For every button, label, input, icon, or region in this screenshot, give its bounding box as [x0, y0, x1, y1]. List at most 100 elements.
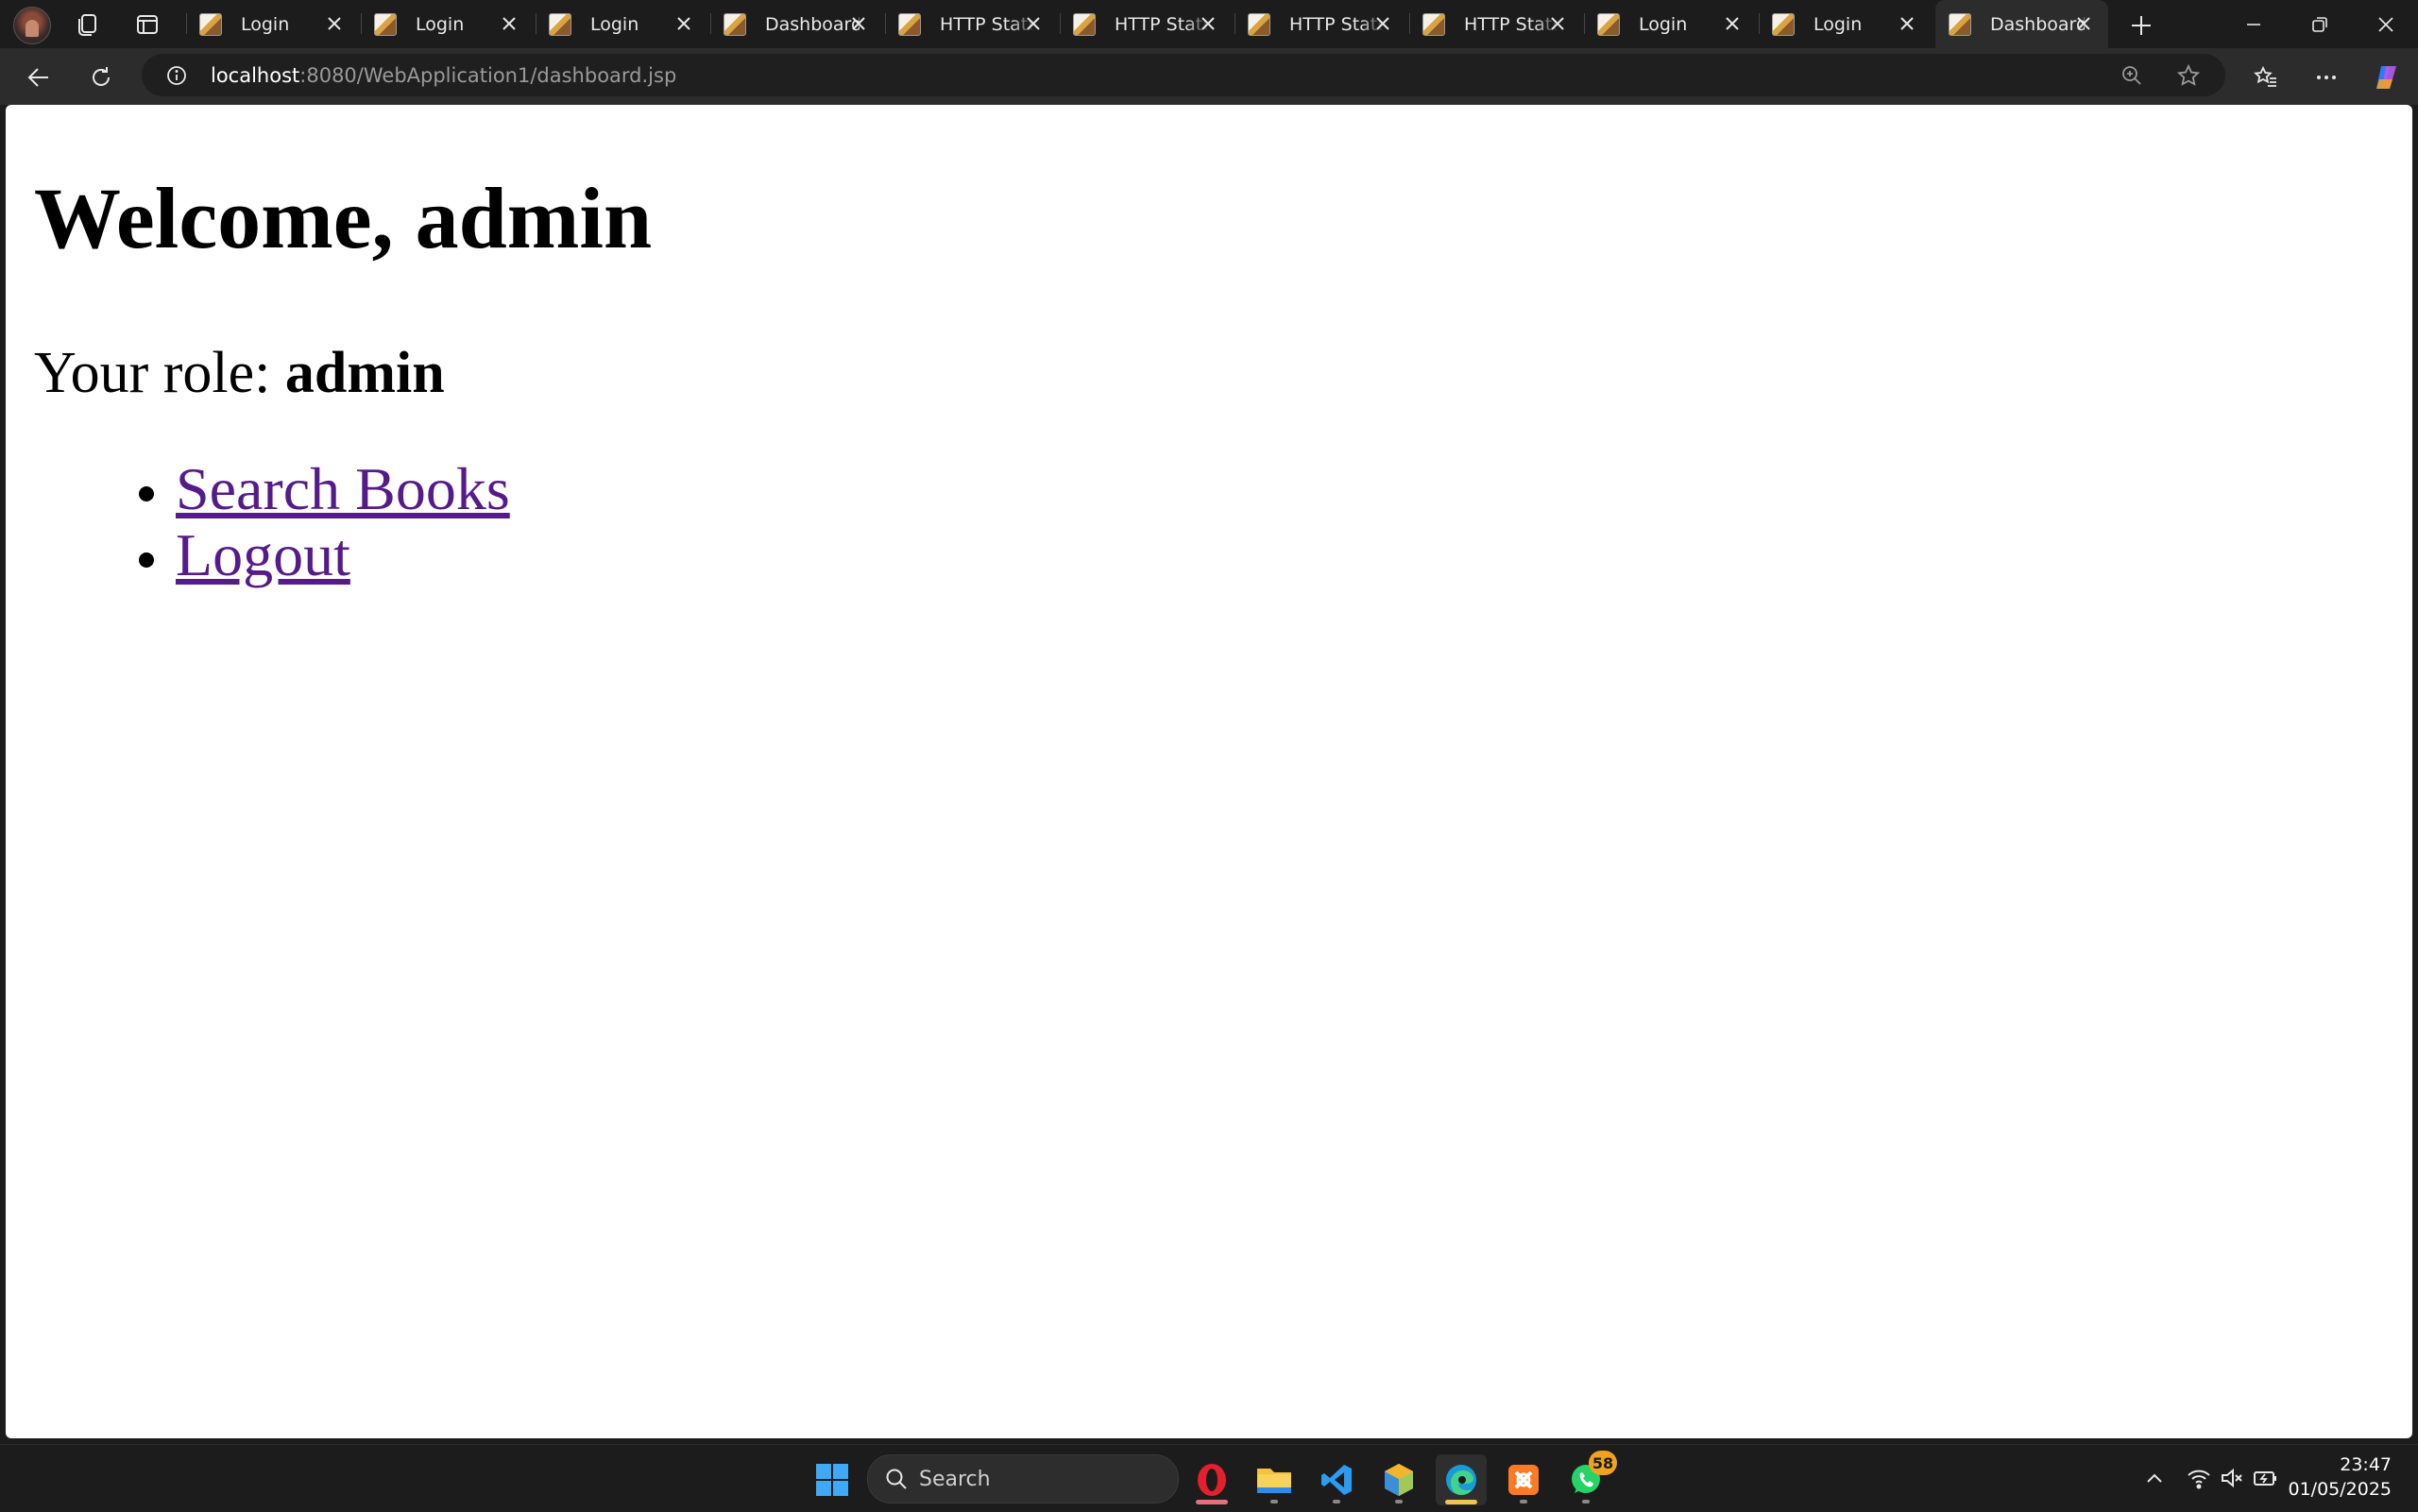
browser-tab[interactable]: Login [1759, 0, 1932, 48]
close-window-icon[interactable] [2353, 0, 2418, 48]
tab-title: Login [590, 13, 639, 35]
tomcat-favicon-icon [1597, 12, 1620, 36]
tab-title: HTTP Status [1289, 13, 1384, 35]
back-icon[interactable] [21, 59, 57, 95]
logout-link[interactable]: Logout [176, 521, 350, 588]
role-value: admin [284, 341, 445, 405]
profile-avatar[interactable] [13, 7, 51, 44]
tomcat-favicon-icon [1772, 12, 1795, 36]
tomcat-favicon-icon [374, 12, 397, 36]
tomcat-favicon-icon [898, 12, 921, 36]
favorites-icon[interactable] [2248, 59, 2284, 95]
welcome-heading: Welcome, admin [34, 170, 653, 266]
close-tab-icon[interactable] [1896, 12, 1918, 35]
tomcat-favicon-icon [1248, 12, 1270, 36]
tab-divider [361, 13, 362, 34]
list-item: Search Books [176, 456, 510, 522]
taskbar-search[interactable]: Search [867, 1454, 1179, 1504]
tab-divider [710, 13, 711, 34]
role-label: Your role: [34, 341, 285, 405]
windows-start-icon[interactable] [807, 1454, 858, 1505]
browser-tab[interactable]: Dashboard [710, 0, 883, 48]
tab-divider [1584, 13, 1585, 34]
tab-title: Login [1814, 13, 1863, 35]
site-info-icon[interactable] [164, 63, 189, 88]
tab-divider [1759, 13, 1760, 34]
refresh-icon[interactable] [83, 59, 119, 95]
browser-tab[interactable]: HTTP Status [1409, 0, 1582, 48]
browser-toolbar: localhost:8080/WebApplication1/dashboard… [0, 48, 2418, 105]
new-tab-icon[interactable] [2125, 9, 2157, 42]
browser-tab[interactable]: HTTP Status [1235, 0, 1407, 48]
edge-icon[interactable] [1436, 1454, 1487, 1505]
tomcat-favicon-icon [1422, 12, 1445, 36]
minimize-icon[interactable] [2221, 0, 2287, 48]
browser-tab[interactable]: Login [1584, 0, 1757, 48]
tab-divider [1060, 13, 1061, 34]
close-tab-icon[interactable] [847, 12, 870, 35]
tab-title: Dashboard [1990, 13, 2085, 35]
active-indicator [1445, 1500, 1477, 1504]
clock-time: 23:47 [2340, 1454, 2392, 1475]
tab-actions-icon[interactable] [132, 9, 162, 40]
close-tab-icon[interactable] [498, 12, 520, 35]
close-tab-icon[interactable] [673, 12, 695, 35]
tomcat-favicon-icon [549, 12, 571, 36]
volume-muted-icon[interactable] [2218, 1464, 2246, 1492]
tab-divider [186, 13, 187, 34]
address-bar[interactable]: localhost:8080/WebApplication1/dashboard… [142, 54, 2225, 96]
tab-title: HTTP Status [1115, 13, 1209, 35]
close-tab-icon[interactable] [1371, 12, 1394, 35]
tab-title: Login [241, 13, 290, 35]
close-tab-icon[interactable] [1022, 12, 1045, 35]
tab-title: Dashboard [765, 13, 860, 35]
browser-tab-active[interactable]: Dashboard [1935, 0, 2108, 48]
zoom-icon[interactable] [2119, 62, 2145, 89]
whatsapp-icon[interactable]: 58 [1560, 1451, 1617, 1505]
running-indicator [1270, 1500, 1278, 1504]
browser-tab[interactable]: HTTP Status [885, 0, 1058, 48]
file-explorer-icon[interactable] [1249, 1454, 1300, 1505]
workspaces-icon[interactable] [72, 9, 102, 40]
tab-title: Login [416, 13, 465, 35]
xampp-icon[interactable] [1498, 1454, 1549, 1505]
search-books-link[interactable]: Search Books [176, 455, 510, 522]
tab-strip: Login Login Login Dashboard HTTP Status … [0, 0, 2418, 48]
copilot-icon[interactable] [2369, 59, 2405, 95]
running-indicator [1395, 1500, 1403, 1504]
browser-tab[interactable]: Login [361, 0, 534, 48]
url-path: :8080/WebApplication1/dashboard.jsp [299, 64, 677, 87]
notification-badge: 58 [1589, 1451, 1617, 1475]
netbeans-icon[interactable] [1373, 1454, 1424, 1505]
vscode-icon[interactable] [1311, 1454, 1362, 1505]
tomcat-favicon-icon [1949, 12, 1971, 36]
browser-tab[interactable]: Login [186, 0, 359, 48]
browser-tab[interactable]: Login [536, 0, 708, 48]
address-url[interactable]: localhost:8080/WebApplication1/dashboard… [211, 64, 676, 87]
close-tab-icon[interactable] [1546, 12, 1569, 35]
tab-divider [1409, 13, 1410, 34]
running-indicator [1196, 1500, 1228, 1504]
close-tab-icon[interactable] [1197, 12, 1219, 35]
system-clock[interactable]: 23:47 01/05/2025 [2288, 1453, 2392, 1502]
opera-icon[interactable] [1186, 1454, 1237, 1505]
clock-date: 01/05/2025 [2288, 1479, 2392, 1500]
running-indicator [1520, 1500, 1527, 1504]
chevron-up-icon[interactable] [2140, 1464, 2169, 1492]
running-indicator [1333, 1500, 1340, 1504]
close-tab-icon[interactable] [323, 12, 346, 35]
browser-tab[interactable]: HTTP Status [1060, 0, 1233, 48]
wifi-icon[interactable] [2185, 1464, 2213, 1492]
page-viewport: Welcome, admin Your role: admin Search B… [6, 105, 2412, 1438]
windows-taskbar: Search 58 23:47 01/05/2025 [0, 1444, 2418, 1512]
battery-charging-icon[interactable] [2252, 1464, 2280, 1492]
restore-icon[interactable] [2287, 0, 2353, 48]
tab-title: Login [1639, 13, 1688, 35]
close-tab-icon[interactable] [1721, 12, 1744, 35]
close-tab-icon[interactable] [2072, 12, 2095, 35]
tomcat-favicon-icon [724, 12, 746, 36]
favorite-star-icon[interactable] [2175, 62, 2202, 89]
more-options-icon[interactable] [2308, 59, 2344, 95]
tomcat-favicon-icon [199, 12, 222, 36]
running-indicator [1582, 1500, 1590, 1504]
